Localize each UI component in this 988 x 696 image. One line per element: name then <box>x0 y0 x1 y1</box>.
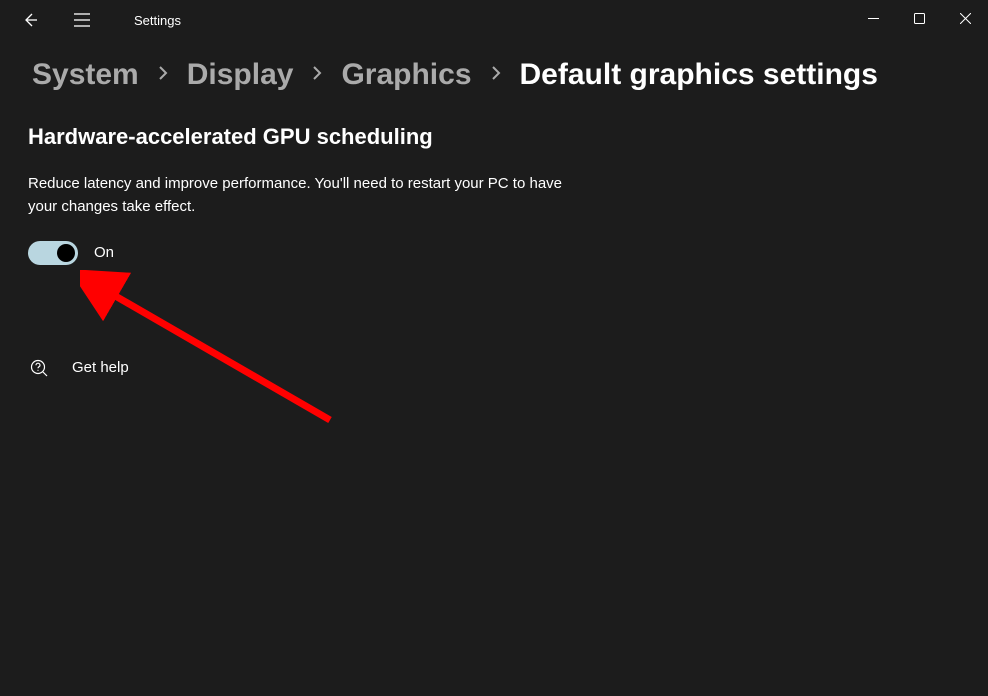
toggle-knob <box>57 244 75 262</box>
maximize-icon <box>914 13 925 24</box>
window-controls <box>850 0 988 36</box>
app-title: Settings <box>134 13 181 28</box>
toggle-state-label: On <box>94 244 114 261</box>
breadcrumb-system[interactable]: System <box>32 58 139 92</box>
section-title: Hardware-accelerated GPU scheduling <box>28 124 988 150</box>
menu-button[interactable] <box>70 8 94 32</box>
breadcrumb-display[interactable]: Display <box>187 58 294 92</box>
breadcrumb-graphics[interactable]: Graphics <box>341 58 471 92</box>
chevron-right-icon <box>311 62 323 88</box>
help-icon <box>28 357 50 379</box>
minimize-button[interactable] <box>850 0 896 36</box>
gpu-scheduling-toggle[interactable] <box>28 241 78 265</box>
titlebar: Settings <box>0 0 988 40</box>
breadcrumb-current: Default graphics settings <box>520 58 878 92</box>
toggle-row: On <box>28 241 988 265</box>
hamburger-icon <box>74 13 90 27</box>
help-label: Get help <box>72 359 129 376</box>
get-help-link[interactable]: Get help <box>28 357 988 379</box>
back-button[interactable] <box>18 8 42 32</box>
maximize-button[interactable] <box>896 0 942 36</box>
titlebar-left: Settings <box>0 8 181 32</box>
content: Hardware-accelerated GPU scheduling Redu… <box>0 92 988 379</box>
close-button[interactable] <box>942 0 988 36</box>
close-icon <box>960 13 971 24</box>
back-arrow-icon <box>22 12 38 28</box>
breadcrumb: System Display Graphics Default graphics… <box>0 40 988 92</box>
chevron-right-icon <box>157 62 169 88</box>
minimize-icon <box>868 13 879 24</box>
chevron-right-icon <box>490 62 502 88</box>
section-description: Reduce latency and improve performance. … <box>28 172 588 219</box>
